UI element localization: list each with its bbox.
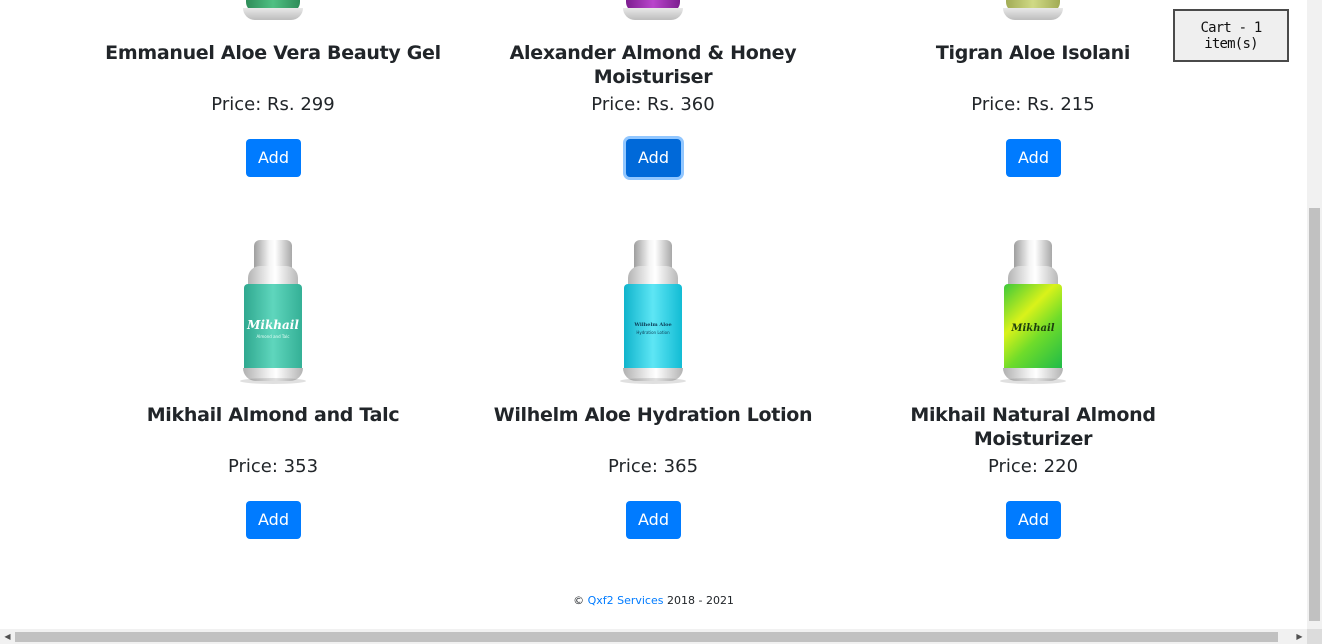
product-name: Emmanuel Aloe Vera Beauty Gel — [105, 42, 441, 64]
product-card: Mikhail Almond and Talc Mikhail Almond a… — [93, 240, 453, 539]
product-image — [243, 0, 303, 20]
cart-button[interactable]: Cart - 1 item(s) — [1173, 9, 1289, 62]
product-price: Price: Rs. 215 — [971, 94, 1095, 115]
product-price: Price: Rs. 299 — [211, 94, 335, 115]
scroll-left-arrow-icon[interactable]: ◀ — [0, 629, 15, 644]
vertical-scrollbar-thumb[interactable] — [1309, 208, 1320, 621]
product-price: Price: 220 — [987, 456, 1079, 477]
footer: © Qxf2 Services 2018 - 2021 — [0, 594, 1307, 607]
product-name: Tigran Aloe Isolani — [935, 42, 1131, 64]
bottle-label: Mikhail — [1011, 322, 1055, 334]
add-to-cart-button[interactable]: Add — [246, 501, 301, 539]
footer-link[interactable]: Qxf2 Services — [588, 594, 664, 607]
horizontal-scrollbar-thumb[interactable] — [15, 632, 1278, 642]
scrollbar-corner — [1307, 629, 1322, 644]
product-image — [1003, 0, 1063, 20]
vertical-scrollbar[interactable] — [1307, 0, 1322, 629]
product-card: Mikhail Mikhail Natural Almond Moisturiz… — [853, 240, 1213, 539]
product-name: Alexander Almond & Honey Moisturiser — [509, 42, 797, 88]
product-name: Mikhail Almond and Talc — [146, 404, 400, 426]
bottle-sub-label: Almond and Talc — [256, 333, 290, 339]
add-to-cart-button[interactable]: Add — [246, 139, 301, 177]
horizontal-scrollbar[interactable]: ◀ ▶ — [0, 629, 1322, 644]
add-to-cart-button[interactable]: Add — [1006, 139, 1061, 177]
add-to-cart-button[interactable]: Add — [626, 501, 681, 539]
bottle-label: Wilhelm Aloe — [634, 321, 672, 328]
scroll-right-arrow-icon[interactable]: ▶ — [1292, 629, 1307, 644]
product-price: Price: 365 — [607, 456, 699, 477]
product-price: Price: 353 — [227, 456, 319, 477]
product-image: Mikhail Almond and Talc — [238, 240, 308, 385]
add-to-cart-button[interactable]: Add — [1006, 501, 1061, 539]
product-name: Wilhelm Aloe Hydration Lotion — [493, 404, 813, 426]
product-image — [623, 0, 683, 20]
product-card: Wilhelm Aloe Hydration Lotion Wilhelm Al… — [473, 240, 833, 539]
product-name: Mikhail Natural Almond Moisturizer — [910, 404, 1156, 450]
copyright-symbol: © — [573, 594, 585, 607]
product-page: Emmanuel Aloe Vera Beauty Gel Price: Rs.… — [0, 0, 1307, 629]
bottle-sub-label: Hydration Lotion — [636, 329, 670, 335]
product-image: Mikhail — [998, 240, 1068, 385]
product-price: Price: Rs. 360 — [591, 94, 715, 115]
product-image: Wilhelm Aloe Hydration Lotion — [618, 240, 688, 385]
bottle-label: Mikhail — [247, 317, 299, 332]
footer-years: 2018 - 2021 — [666, 594, 734, 607]
add-to-cart-button[interactable]: Add — [626, 139, 681, 177]
